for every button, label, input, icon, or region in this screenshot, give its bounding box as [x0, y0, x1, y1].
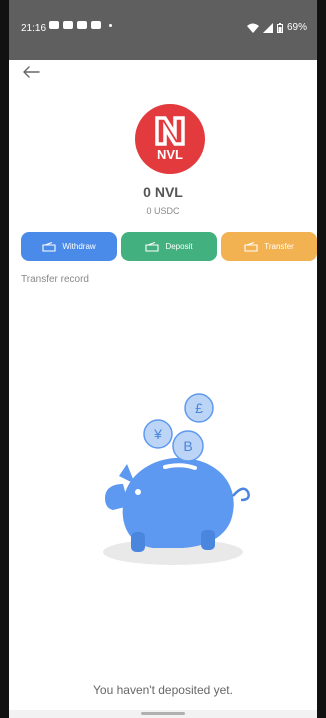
piggy-bank-illustration: £ ¥ B: [103, 393, 250, 565]
fiat-balance: 0 USDC: [146, 206, 180, 216]
logo-text: NVL: [157, 147, 183, 162]
transfer-label: Transfer: [264, 242, 294, 251]
bitcoin-coin: B: [183, 438, 192, 454]
arrow-left-icon[interactable]: [21, 64, 41, 80]
app-screen: 21:16 69% NVL 0 NVL 0 USDC Withdraw Depo…: [9, 0, 317, 718]
nvl-logo-icon: NVL: [155, 116, 185, 162]
battery-percentage: 69%: [286, 22, 307, 33]
empty-state-message: You haven't deposited yet.: [93, 683, 233, 697]
status-right: 69%: [246, 22, 307, 33]
signal-icon: [262, 22, 273, 33]
notification-icon: [63, 21, 73, 29]
notification-icon: [77, 21, 87, 29]
notification-icon: [49, 21, 59, 29]
notification-dot-icon: [109, 23, 112, 27]
wifi-icon: [246, 23, 259, 33]
withdraw-label: Withdraw: [62, 242, 96, 251]
token-logo: NVL: [135, 104, 205, 174]
yen-coin: ¥: [153, 426, 162, 442]
token-balance: 0 NVL: [143, 184, 183, 200]
wallet-icon: [244, 241, 258, 252]
transfer-button[interactable]: Transfer: [221, 232, 317, 261]
home-gesture-handle[interactable]: [141, 712, 185, 715]
notification-icon: [91, 21, 101, 29]
transfer-record-title: Transfer record: [21, 274, 89, 285]
status-bar: 21:16 69%: [9, 0, 317, 60]
notification-icons: [49, 21, 112, 29]
status-time: 21:16: [21, 23, 47, 34]
wallet-icon: [42, 241, 56, 252]
deposit-label: Deposit: [165, 242, 193, 251]
withdraw-button[interactable]: Withdraw: [21, 232, 117, 261]
deposit-button[interactable]: Deposit: [121, 232, 217, 261]
battery-icon: [276, 22, 283, 33]
pound-coin: £: [195, 400, 203, 416]
wallet-icon: [145, 241, 159, 252]
